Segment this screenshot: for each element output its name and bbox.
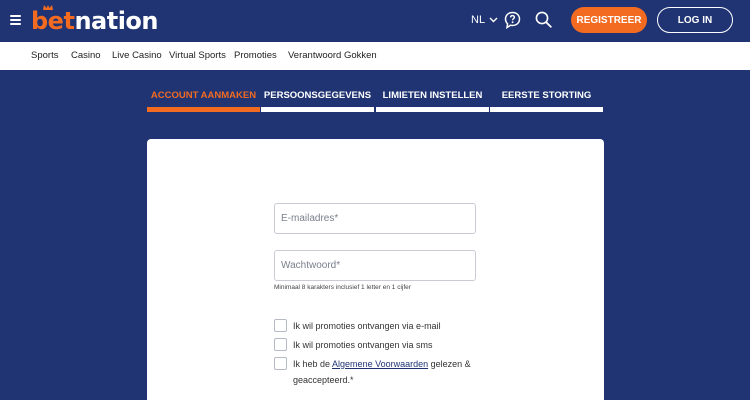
email-placeholder: E-mailadres* [281, 213, 339, 224]
logo-crown-icon [43, 5, 53, 10]
terms-link[interactable]: Algemene Voorwaarden [332, 359, 428, 369]
email-field[interactable]: E-mailadres* [274, 203, 476, 234]
language-label: NL [471, 14, 486, 26]
step-progress-bar [490, 107, 603, 112]
main-nav: Sports Casino Live Casino Virtual Sports… [0, 42, 750, 70]
step-persoonsgegevens: PERSOONSGEGEVENS [261, 90, 374, 112]
nav-item-casino[interactable]: Casino [71, 42, 101, 70]
promo-email-label: Ik wil promoties ontvangen via e-mail [293, 321, 441, 331]
search-icon[interactable] [535, 11, 552, 28]
promo-email-checkbox[interactable] [274, 319, 287, 332]
checkbox-row-terms: Ik heb de Algemene Voorwaarden gelezen &… [274, 356, 471, 388]
step-label: ACCOUNT AANMAKEN [150, 90, 257, 101]
checkbox-row-sms: Ik wil promoties ontvangen via sms [274, 337, 433, 353]
password-field[interactable]: Wachtwoord* [274, 250, 476, 281]
promo-sms-checkbox[interactable] [274, 338, 287, 351]
password-hint: Minimaal 8 karakters inclusief 1 letter … [274, 284, 411, 291]
step-progress-bar [376, 107, 489, 112]
step-label: PERSOONSGEGEVENS [263, 90, 372, 101]
nav-item-promoties[interactable]: Promoties [234, 42, 277, 70]
top-bar: betnation NL REGISTREER LOG IN [0, 0, 750, 42]
nav-item-sports[interactable]: Sports [31, 42, 58, 70]
betnation-logo[interactable]: betnation [31, 5, 158, 36]
login-button[interactable]: LOG IN [657, 7, 733, 33]
step-account-aanmaken: ACCOUNT AANMAKEN [147, 90, 260, 112]
chevron-down-icon [489, 17, 498, 23]
checkbox-row-email: Ik wil promoties ontvangen via e-mail [274, 318, 441, 334]
help-chat-icon[interactable] [504, 11, 521, 29]
step-label: EERSTE STORTING [501, 90, 592, 101]
password-placeholder: Wachtwoord* [281, 260, 341, 271]
step-progress-bar [261, 107, 374, 112]
nav-item-virtual-sports[interactable]: Virtual Sports [169, 42, 226, 70]
terms-checkbox[interactable] [274, 357, 287, 370]
step-eerste-storting: EERSTE STORTING [490, 90, 603, 112]
terms-label: Ik heb de Algemene Voorwaarden gelezen &… [293, 359, 471, 385]
hamburger-menu-icon[interactable] [10, 15, 21, 25]
language-selector[interactable]: NL [471, 14, 498, 26]
registration-steps: ACCOUNT AANMAKEN PERSOONSGEGEVENS LIMIET… [147, 90, 603, 114]
step-progress-bar [147, 107, 260, 112]
promo-sms-label: Ik wil promoties ontvangen via sms [293, 340, 433, 350]
nav-item-verantwoord-gokken[interactable]: Verantwoord Gokken [288, 42, 377, 70]
step-label: LIMIETEN INSTELLEN [382, 90, 483, 101]
step-limieten-instellen: LIMIETEN INSTELLEN [376, 90, 489, 112]
register-button[interactable]: REGISTREER [571, 7, 647, 33]
nav-item-live-casino[interactable]: Live Casino [112, 42, 162, 70]
